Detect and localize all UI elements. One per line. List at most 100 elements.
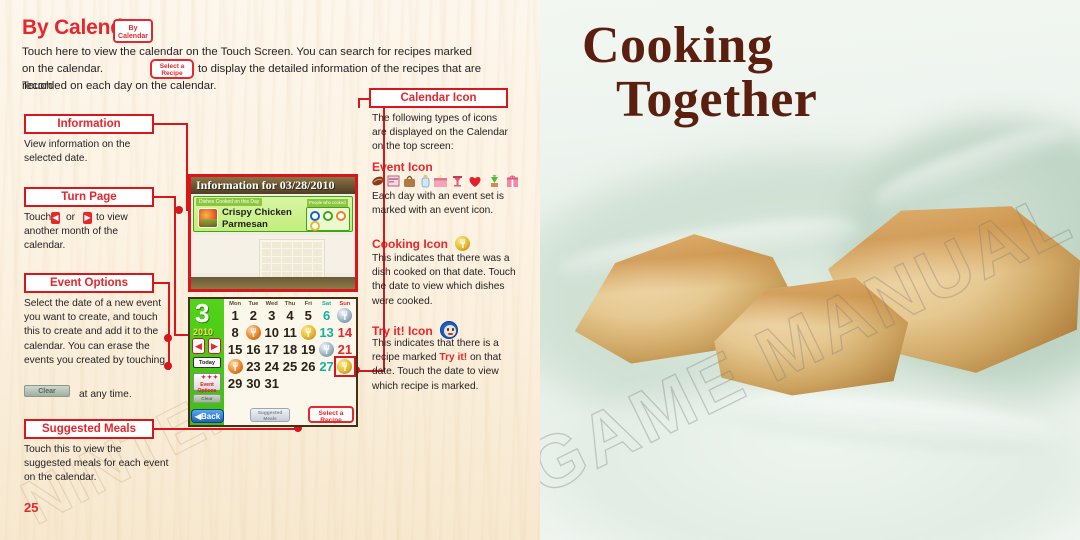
calendar-day-9[interactable] [244,324,262,341]
calendar-day-20[interactable] [317,341,335,358]
wine-glass-icon [453,176,462,187]
by-calendar-button-chip[interactable]: By Calendar [113,19,153,43]
cooking-icon [455,236,471,251]
heart-icon [469,177,481,187]
calendar-day-16[interactable]: 16 [244,341,262,358]
person-dot-3 [336,211,346,221]
ds-top-content-area [193,235,353,281]
event-options-button-label: Event Options [197,382,217,394]
today-button[interactable]: Today [193,357,221,368]
calendar-day-23[interactable]: 23 [244,358,262,375]
calendar-day-12[interactable] [299,324,317,341]
callout-body-calendar-icon: The following types of icons are display… [372,113,508,153]
calendar-day-4[interactable]: 4 [281,307,299,324]
calendar-day-14[interactable]: 14 [336,324,354,341]
callout-body-event-options: Select the date of a new event you want … [24,298,166,366]
calendar-day-7[interactable] [336,307,354,324]
mini-calendar-grid [259,239,325,281]
manual-spread: NINTENDO By Calendar By Calendar Touch h… [0,0,1080,540]
baby-bottle-icon [421,175,430,188]
connector-calendar-icon-v [358,98,361,108]
calendar-day-5[interactable]: 5 [299,307,317,324]
calendar-day-1[interactable]: 1 [226,307,244,324]
calendar-day-28[interactable] [333,356,356,377]
try-it-eye-left [447,328,450,331]
calendar-day-29[interactable]: 29 [226,375,244,392]
calendar-day-3[interactable]: 3 [263,307,281,324]
person-dot-4 [310,221,320,231]
calendar-day-24[interactable]: 24 [263,358,281,375]
cake-icon [434,175,447,187]
dish-name: Crispy Chicken Parmesan [222,207,312,230]
ds-top-screen-footer [191,277,355,289]
connector-dot-information [175,206,183,214]
callout-body-turn-page-d: another month of the calendar. [24,226,119,252]
callout-title-event-options: Event Options [24,273,154,293]
callout-body-suggested-meals: Touch this to view the suggested meals f… [24,444,169,484]
suggested-meals-button[interactable]: Suggested Meals [250,408,290,422]
try-it-face [444,325,457,337]
callout-body-turn-page-a: Touch [24,212,52,223]
calendar-day-26[interactable]: 26 [299,358,317,375]
select-recipe-chip-line2: Recipe [161,69,183,77]
plant-icon [491,175,498,187]
heading-event-icon: Event Icon [372,160,433,174]
calendar-day-22[interactable] [226,358,244,375]
clear-button-chip[interactable]: Clear [24,385,70,397]
cooking-icon-day-20 [319,342,335,357]
back-button-label: Back [201,412,221,421]
callout-body-turn-page-c: to view [96,212,128,223]
next-month-button[interactable]: ▶ [208,338,221,354]
event-icon-row [371,174,521,188]
calendar-day-10[interactable]: 10 [263,324,281,341]
people-who-cooked-panel: People who cooked [306,199,350,231]
connector-eventoptions-v [168,282,171,370]
connector-suggested [154,428,300,431]
photo-title-line1: Cooking [582,17,774,74]
calendar-day-31[interactable]: 31 [263,375,281,392]
card-icon [387,175,400,187]
select-a-recipe-button-chip[interactable]: Select a Recipe [150,59,194,79]
cooking-icon-day-22 [227,359,243,374]
clear-button[interactable]: Clear [193,394,221,403]
intro-line-3: to display the detailed information of t… [198,63,482,75]
ds-top-screen-header: Information for 03/28/2010 [191,177,355,194]
callout-title-turn-page: Turn Page [24,187,154,207]
calendar-day-21[interactable]: 21 [336,341,354,358]
calendar-day-25[interactable]: 25 [281,358,299,375]
select-recipe-line1: Select a [318,410,344,417]
calendar-day-19[interactable]: 19 [299,341,317,358]
select-a-recipe-button[interactable]: Select a Recipe [308,406,354,424]
calendar-day-6[interactable]: 6 [317,307,335,324]
sparkle-icon: ✦✦✦ [201,375,220,381]
calendar-day-30[interactable]: 30 [244,375,262,392]
calendar-day-15[interactable]: 15 [226,341,244,358]
event-options-button[interactable]: ✦✦✦ Event Options [193,373,221,394]
dishes-cooked-panel[interactable]: Dishes Cooked on this Day Crispy Chicken… [193,196,353,232]
calendar-day-17[interactable]: 17 [263,341,281,358]
prev-month-button[interactable]: ◀ [192,338,205,354]
intro-line-4: recorded on each day on the calendar. [22,80,217,92]
dish-thumbnail [198,208,218,228]
dishes-cooked-label: Dishes Cooked on this Day [196,198,263,206]
callout-body-information: View information on the selected date. [24,139,131,165]
connector-dot-turnpage [164,334,172,342]
calendar-day-27[interactable]: 27 [317,358,335,375]
connector-turnpage [154,196,176,199]
event-icons-svg [372,175,518,188]
calendar-day-8[interactable]: 8 [226,324,244,341]
calendar-day-11[interactable]: 11 [281,324,299,341]
calendar-month: 3 [195,298,210,328]
calendar-day-2[interactable]: 2 [244,307,262,324]
connector-dot-eventoptions [164,362,172,370]
right-page-photo: Cooking Together GAME MANUAL [540,0,1080,540]
arrow-left-icon[interactable]: ◀ [51,212,60,224]
bag-icon [404,175,415,187]
callout-body-turn-page-b: or [66,212,76,223]
calendar-day-13[interactable]: 13 [317,324,335,341]
calendar-day-18[interactable]: 18 [281,341,299,358]
arrow-right-icon[interactable]: ▶ [83,212,92,224]
back-button[interactable]: ◀Back [191,409,224,423]
heading-try-it-icon-label: Try it! Icon [372,324,433,338]
person-dot-1 [310,211,320,221]
